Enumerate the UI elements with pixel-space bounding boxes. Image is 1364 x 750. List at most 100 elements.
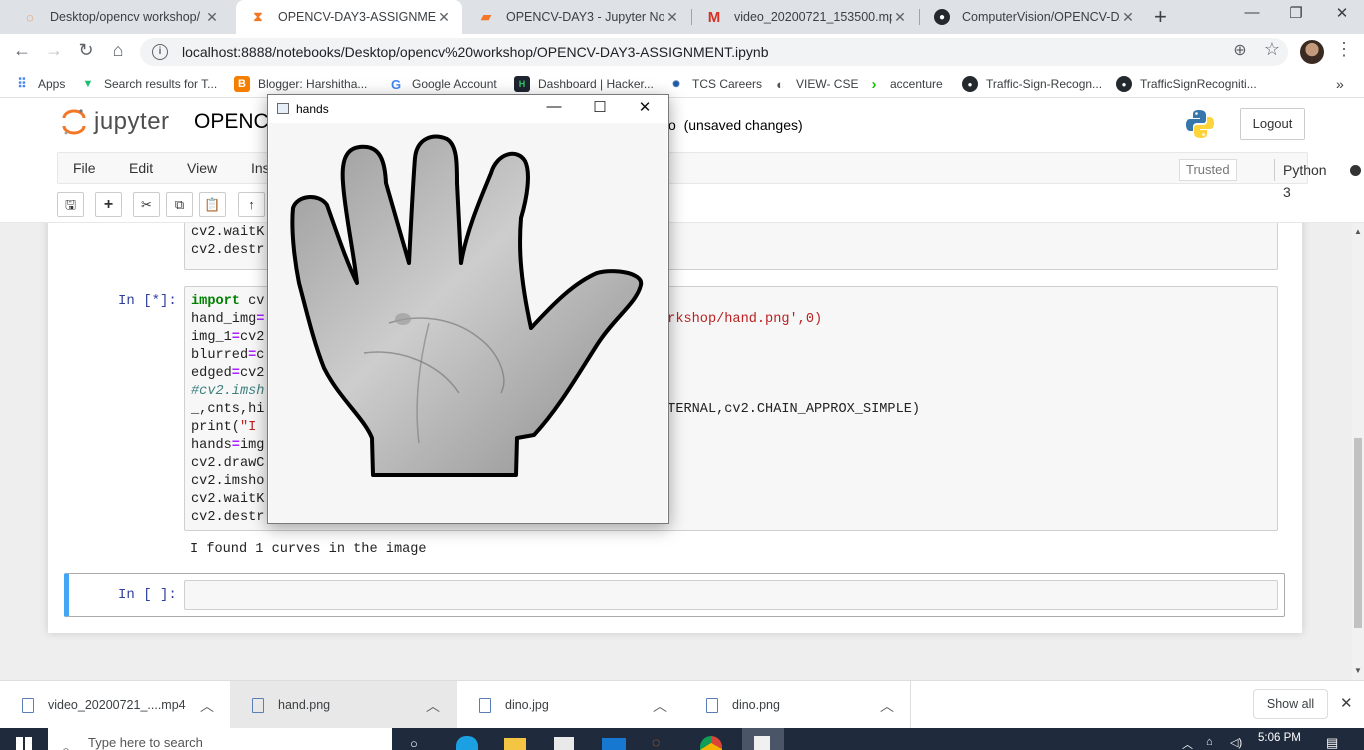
- chevron-up-icon[interactable]: ︿: [653, 696, 667, 716]
- maximize-window-button[interactable]: ❐: [1276, 4, 1316, 22]
- download-item-hand-png[interactable]: hand.png ︿: [230, 681, 457, 729]
- zoom-icon[interactable]: ⊕: [1228, 40, 1252, 60]
- chevron-up-icon[interactable]: ︿: [200, 696, 214, 716]
- store-icon[interactable]: [554, 737, 574, 750]
- chevron-up-icon[interactable]: ︿: [880, 696, 894, 716]
- apps-grid-icon: ⠿: [17, 76, 27, 91]
- bookmark-tcs-careers[interactable]: ✺ TCS Careers: [668, 76, 762, 92]
- menu-dots-icon[interactable]: ⋮: [1332, 39, 1356, 60]
- save-icon[interactable]: 🖫: [57, 192, 84, 217]
- bookmark-accenture[interactable]: › accenture: [866, 75, 943, 93]
- code-lines: import cv hand_img= img_1=cv2 blurred=c …: [191, 294, 265, 525]
- reload-icon[interactable]: ↻: [74, 40, 98, 61]
- bookmark-hackerrank[interactable]: H Dashboard | Hacker...: [514, 76, 654, 92]
- active-window-taskbar-item[interactable]: [742, 728, 784, 750]
- bookmark-blogger[interactable]: B Blogger: Harshitha...: [234, 76, 367, 92]
- bookmark-star-icon[interactable]: ☆: [1260, 39, 1284, 60]
- cell-prompt-empty: In [ ]:: [118, 587, 177, 603]
- edge-icon[interactable]: [456, 736, 478, 750]
- file-explorer-icon[interactable]: [504, 738, 526, 750]
- address-bar[interactable]: i localhost:8888/notebooks/Desktop/openc…: [140, 38, 1288, 66]
- menu-edit[interactable]: Edit: [129, 160, 153, 176]
- bookmark-apps[interactable]: ⠿ Apps: [14, 76, 65, 92]
- tab-opencv-day3-notebook[interactable]: ▰ OPENCV-DAY3 - Jupyter Notebook ✕: [464, 0, 690, 34]
- logout-button[interactable]: Logout: [1240, 108, 1305, 140]
- bookmark-traffic-sign-1[interactable]: ● Traffic-Sign-Recogn...: [962, 76, 1102, 92]
- jupyter-taskbar-icon[interactable]: ◌: [652, 734, 660, 750]
- github-icon: ●: [1116, 76, 1132, 92]
- new-tab-button[interactable]: +: [1154, 6, 1167, 28]
- close-downloads-icon[interactable]: ✕: [1340, 694, 1353, 712]
- bookmark-view-cse[interactable]: ◐ VIEW- CSE: [772, 76, 858, 92]
- jupyter-ring-icon: ◌: [26, 9, 34, 25]
- window-titlebar[interactable]: hands — ☐ ✕: [268, 95, 668, 123]
- tab-desktop-opencv[interactable]: ◌ Desktop/opencv workshop/ ✕: [8, 0, 230, 34]
- minimize-window-button[interactable]: —: [534, 98, 574, 115]
- v-icon: ▼: [82, 78, 94, 90]
- code-tail-contour-args: XTERNAL,cv2.CHAIN_APPROX_SIMPLE): [659, 402, 921, 417]
- menu-file[interactable]: File: [73, 160, 96, 176]
- google-icon: G: [390, 76, 402, 92]
- show-all-downloads-button[interactable]: Show all: [1253, 689, 1328, 719]
- bookmarks-overflow-chevron-icon[interactable]: »: [1336, 76, 1344, 92]
- scroll-up-arrow-icon[interactable]: ▲: [1354, 227, 1362, 236]
- github-icon: ●: [934, 9, 950, 25]
- bookmark-traffic-sign-2[interactable]: ● TrafficSignRecogniti...: [1116, 76, 1257, 92]
- page-scrollbar[interactable]: ▲ ▼: [1352, 223, 1364, 680]
- tab-gmail-video[interactable]: M video_20200721_153500.mp4 - ✕: [692, 0, 918, 34]
- scroll-down-arrow-icon[interactable]: ▼: [1354, 666, 1362, 675]
- close-icon[interactable]: ✕: [892, 9, 908, 26]
- tab-opencv-day3-assignment[interactable]: ⧗ OPENCV-DAY3-ASSIGNMENT ✕: [236, 0, 462, 34]
- bookmark-google-account[interactable]: G Google Account: [388, 76, 497, 92]
- network-icon[interactable]: ⌂: [1206, 736, 1213, 748]
- tray-chevron-up-icon[interactable]: ︿: [1182, 736, 1193, 750]
- back-arrow-icon[interactable]: ←: [10, 40, 34, 61]
- tab-github-computervision[interactable]: ● ComputerVision/OPENCV-DAY ✕: [920, 0, 1146, 34]
- jupyter-ring-icon: [62, 109, 86, 135]
- cortana-icon[interactable]: ○: [410, 736, 418, 750]
- download-item-video[interactable]: video_20200721_....mp4 ︿: [0, 681, 230, 729]
- info-icon[interactable]: i: [152, 44, 168, 60]
- volume-icon[interactable]: ◁): [1230, 736, 1242, 749]
- taskbar-clock[interactable]: 5:06 PM: [1258, 732, 1301, 744]
- search-icon: ○: [62, 736, 70, 750]
- close-icon[interactable]: ✕: [664, 9, 680, 26]
- trusted-indicator[interactable]: Trusted: [1179, 159, 1237, 181]
- minimize-window-button[interactable]: —: [1232, 4, 1272, 21]
- add-cell-icon[interactable]: +: [95, 192, 122, 217]
- accenture-icon: ›: [871, 75, 877, 93]
- cut-icon[interactable]: ✂: [133, 192, 160, 217]
- empty-code-input[interactable]: [184, 580, 1278, 610]
- bookmark-search-results[interactable]: ▼ Search results for T...: [80, 76, 218, 92]
- download-item-dino-png[interactable]: dino.png ︿: [684, 681, 911, 729]
- close-icon[interactable]: ✕: [204, 9, 220, 26]
- windows-start-icon[interactable]: [16, 737, 32, 750]
- close-icon[interactable]: ✕: [1120, 9, 1136, 26]
- profile-avatar[interactable]: [1300, 40, 1324, 64]
- browser-tab-strip: ◌ Desktop/opencv workshop/ ✕ ⧗ OPENCV-DA…: [0, 0, 1364, 34]
- chrome-icon[interactable]: [700, 736, 722, 750]
- close-window-button[interactable]: ✕: [1322, 4, 1362, 22]
- cell-prompt-running: In [*]:: [118, 293, 177, 309]
- copy-icon[interactable]: ⧉: [166, 192, 193, 217]
- opencv-image-window[interactable]: hands — ☐ ✕: [267, 94, 669, 524]
- mail-icon[interactable]: [602, 738, 626, 750]
- menu-view[interactable]: View: [187, 160, 217, 176]
- forward-arrow-icon[interactable]: →: [42, 40, 66, 61]
- download-item-dino-jpg[interactable]: dino.jpg ︿: [457, 681, 684, 729]
- maximize-window-button[interactable]: ☐: [580, 98, 620, 116]
- jupyter-logo[interactable]: jupyter: [62, 108, 170, 136]
- close-icon[interactable]: ✕: [436, 9, 452, 26]
- close-window-button[interactable]: ✕: [625, 98, 665, 116]
- notification-icon[interactable]: ▤: [1326, 735, 1338, 750]
- home-icon[interactable]: ⌂: [106, 40, 130, 61]
- scrollbar-thumb[interactable]: [1354, 438, 1362, 628]
- taskbar-search-box[interactable]: ○ Type here to search: [48, 728, 392, 750]
- python-logo-icon: [1186, 110, 1214, 138]
- paste-icon[interactable]: 📋: [199, 192, 226, 217]
- windows-taskbar: ○ Type here to search ○ ◌ ︿ ⌂ ◁) 5:06 PM…: [0, 728, 1364, 750]
- downloads-bar: video_20200721_....mp4 ︿ hand.png ︿ dino…: [0, 680, 1364, 729]
- chevron-up-icon[interactable]: ︿: [426, 696, 440, 716]
- notebook-name[interactable]: OPENC: [194, 110, 269, 134]
- move-up-icon[interactable]: ↑: [238, 192, 265, 217]
